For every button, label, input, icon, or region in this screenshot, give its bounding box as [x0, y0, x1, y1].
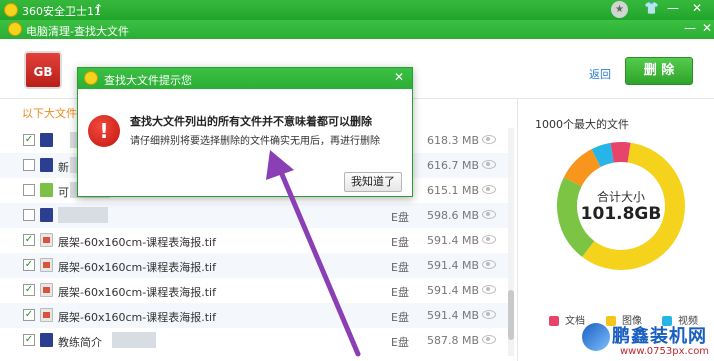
file-size: 587.8 MB [427, 334, 480, 347]
gb-icon: GB [24, 51, 62, 89]
window-title-bar: 电脑清理-查找大文件 — ✕ [0, 20, 714, 39]
app-title: 360安全卫士11 [22, 5, 101, 18]
file-size: 591.4 MB [427, 309, 480, 322]
table-row[interactable]: ✓ 展架-60x160cm-课程表海报.tif E盘 591.4 MB [0, 228, 510, 253]
file-drive: E盘 [391, 211, 409, 224]
file-name: 展架-60x160cm-课程表海报.tif [58, 236, 216, 249]
file-icon [40, 283, 53, 297]
row-checkbox[interactable]: ✓ [23, 284, 35, 296]
file-size: 591.4 MB [427, 234, 480, 247]
redacted-block [112, 332, 156, 348]
eye-icon[interactable] [482, 235, 496, 244]
legend-swatch [549, 316, 559, 326]
row-checkbox[interactable] [23, 159, 35, 171]
table-row[interactable]: ✓ 教练简介 E盘 587.8 MB [0, 328, 510, 353]
file-drive: E盘 [391, 286, 409, 299]
file-name: 展架-60x160cm-课程表海报.tif [58, 261, 216, 274]
file-drive: E盘 [391, 261, 409, 274]
360-logo-icon [84, 71, 98, 85]
file-icon [40, 258, 53, 272]
eye-icon[interactable] [482, 335, 496, 344]
file-size: 591.4 MB [427, 259, 480, 272]
file-icon [40, 333, 53, 347]
watermark-brand: 鹏鑫装机网 [612, 326, 707, 347]
eye-icon[interactable] [482, 310, 496, 319]
360-logo-icon [4, 3, 18, 17]
row-checkbox[interactable]: ✓ [23, 334, 35, 346]
donut-segment [563, 149, 602, 187]
donut-segment [591, 142, 615, 168]
file-drive: E盘 [391, 336, 409, 349]
360-logo-icon [8, 22, 22, 36]
table-row[interactable]: ✓ 展架-60x160cm-课程表海报.tif E盘 591.4 MB [0, 303, 510, 328]
dialog-title: 查找大文件提示您 [104, 74, 192, 87]
file-size: 616.7 MB [427, 159, 480, 172]
eye-icon[interactable] [482, 185, 496, 194]
file-size: 591.4 MB [427, 284, 480, 297]
row-checkbox[interactable]: ✓ [23, 259, 35, 271]
watermark-logo-icon [582, 323, 610, 351]
total-label: 合计大小 [596, 190, 645, 204]
row-checkbox[interactable] [23, 184, 35, 196]
dialog-close-icon[interactable]: ✕ [394, 70, 404, 84]
file-drive: E盘 [391, 236, 409, 249]
file-icon [40, 233, 53, 247]
panel-title: 1000个最大的文件 [535, 118, 629, 131]
file-size: 618.3 MB [427, 134, 480, 147]
legend-item: 文档 [549, 312, 585, 327]
legend-label: 文档 [565, 316, 585, 327]
ok-button[interactable]: 我知道了 [344, 172, 402, 192]
delete-button[interactable]: 删 除 [625, 57, 693, 85]
eye-icon[interactable] [482, 285, 496, 294]
warning-icon: ! [88, 115, 120, 147]
dialog-title-bar: 查找大文件提示您 ✕ [78, 68, 412, 89]
file-drive: E盘 [391, 311, 409, 324]
donut-segment [610, 142, 631, 163]
file-icon [40, 133, 53, 147]
file-name: 可 [58, 186, 69, 199]
window-title: 电脑清理-查找大文件 [26, 25, 129, 38]
app-title-bar: 360安全卫士11 ↑ ★ 👕 — ✕ [0, 0, 714, 20]
close-icon[interactable]: ✕ [692, 1, 702, 15]
file-icon [40, 208, 53, 222]
eye-icon[interactable] [482, 135, 496, 144]
file-name: 展架-60x160cm-课程表海报.tif [58, 286, 216, 299]
watermark-url: www.0753px.com [620, 346, 710, 357]
scrollbar-thumb[interactable] [508, 290, 514, 340]
divider [517, 99, 518, 361]
file-name: 展架-60x160cm-课程表海报.tif [58, 311, 216, 324]
hint-dialog: 查找大文件提示您 ✕ ! 查找大文件列出的所有文件并不意味着都可以删除 请仔细辨… [77, 67, 413, 197]
arrow-up-icon[interactable]: ↑ [94, 2, 103, 15]
row-checkbox[interactable]: ✓ [23, 134, 35, 146]
file-size: 615.1 MB [427, 184, 480, 197]
file-icon [40, 158, 53, 172]
row-checkbox[interactable]: ✓ [23, 234, 35, 246]
file-icon [40, 183, 53, 197]
eye-icon[interactable] [482, 210, 496, 219]
table-row[interactable]: ✓ 展架-60x160cm-课程表海报.tif E盘 591.4 MB [0, 253, 510, 278]
dialog-message-bold: 查找大文件列出的所有文件并不意味着都可以删除 [130, 115, 372, 128]
row-checkbox[interactable] [23, 209, 35, 221]
return-link[interactable]: 返回 [589, 66, 611, 82]
total-value: 101.8GB [580, 204, 662, 224]
row-checkbox[interactable]: ✓ [23, 309, 35, 321]
table-row[interactable]: 头.psdE盘598.6 MB [0, 203, 510, 228]
window-close-icon[interactable]: ✕ [702, 21, 712, 35]
table-row[interactable]: ✓ 展架-60x160cm-课程表海报.tif E盘 591.4 MB [0, 278, 510, 303]
eye-icon[interactable] [482, 160, 496, 169]
minimize-icon[interactable]: — [667, 1, 679, 15]
dialog-message: 请仔细辨别将要选择删除的文件确实无用后，再进行删除 [130, 136, 380, 147]
redacted-block [58, 207, 108, 223]
eye-icon[interactable] [482, 260, 496, 269]
star-icon[interactable]: ★ [611, 1, 628, 18]
window-minimize-icon[interactable]: — [684, 21, 696, 35]
file-name: 教练简介 [58, 336, 102, 349]
file-size: 598.6 MB [427, 209, 480, 222]
file-name: 新 [58, 161, 69, 174]
file-icon [40, 308, 53, 322]
shirt-icon[interactable]: 👕 [644, 1, 659, 15]
